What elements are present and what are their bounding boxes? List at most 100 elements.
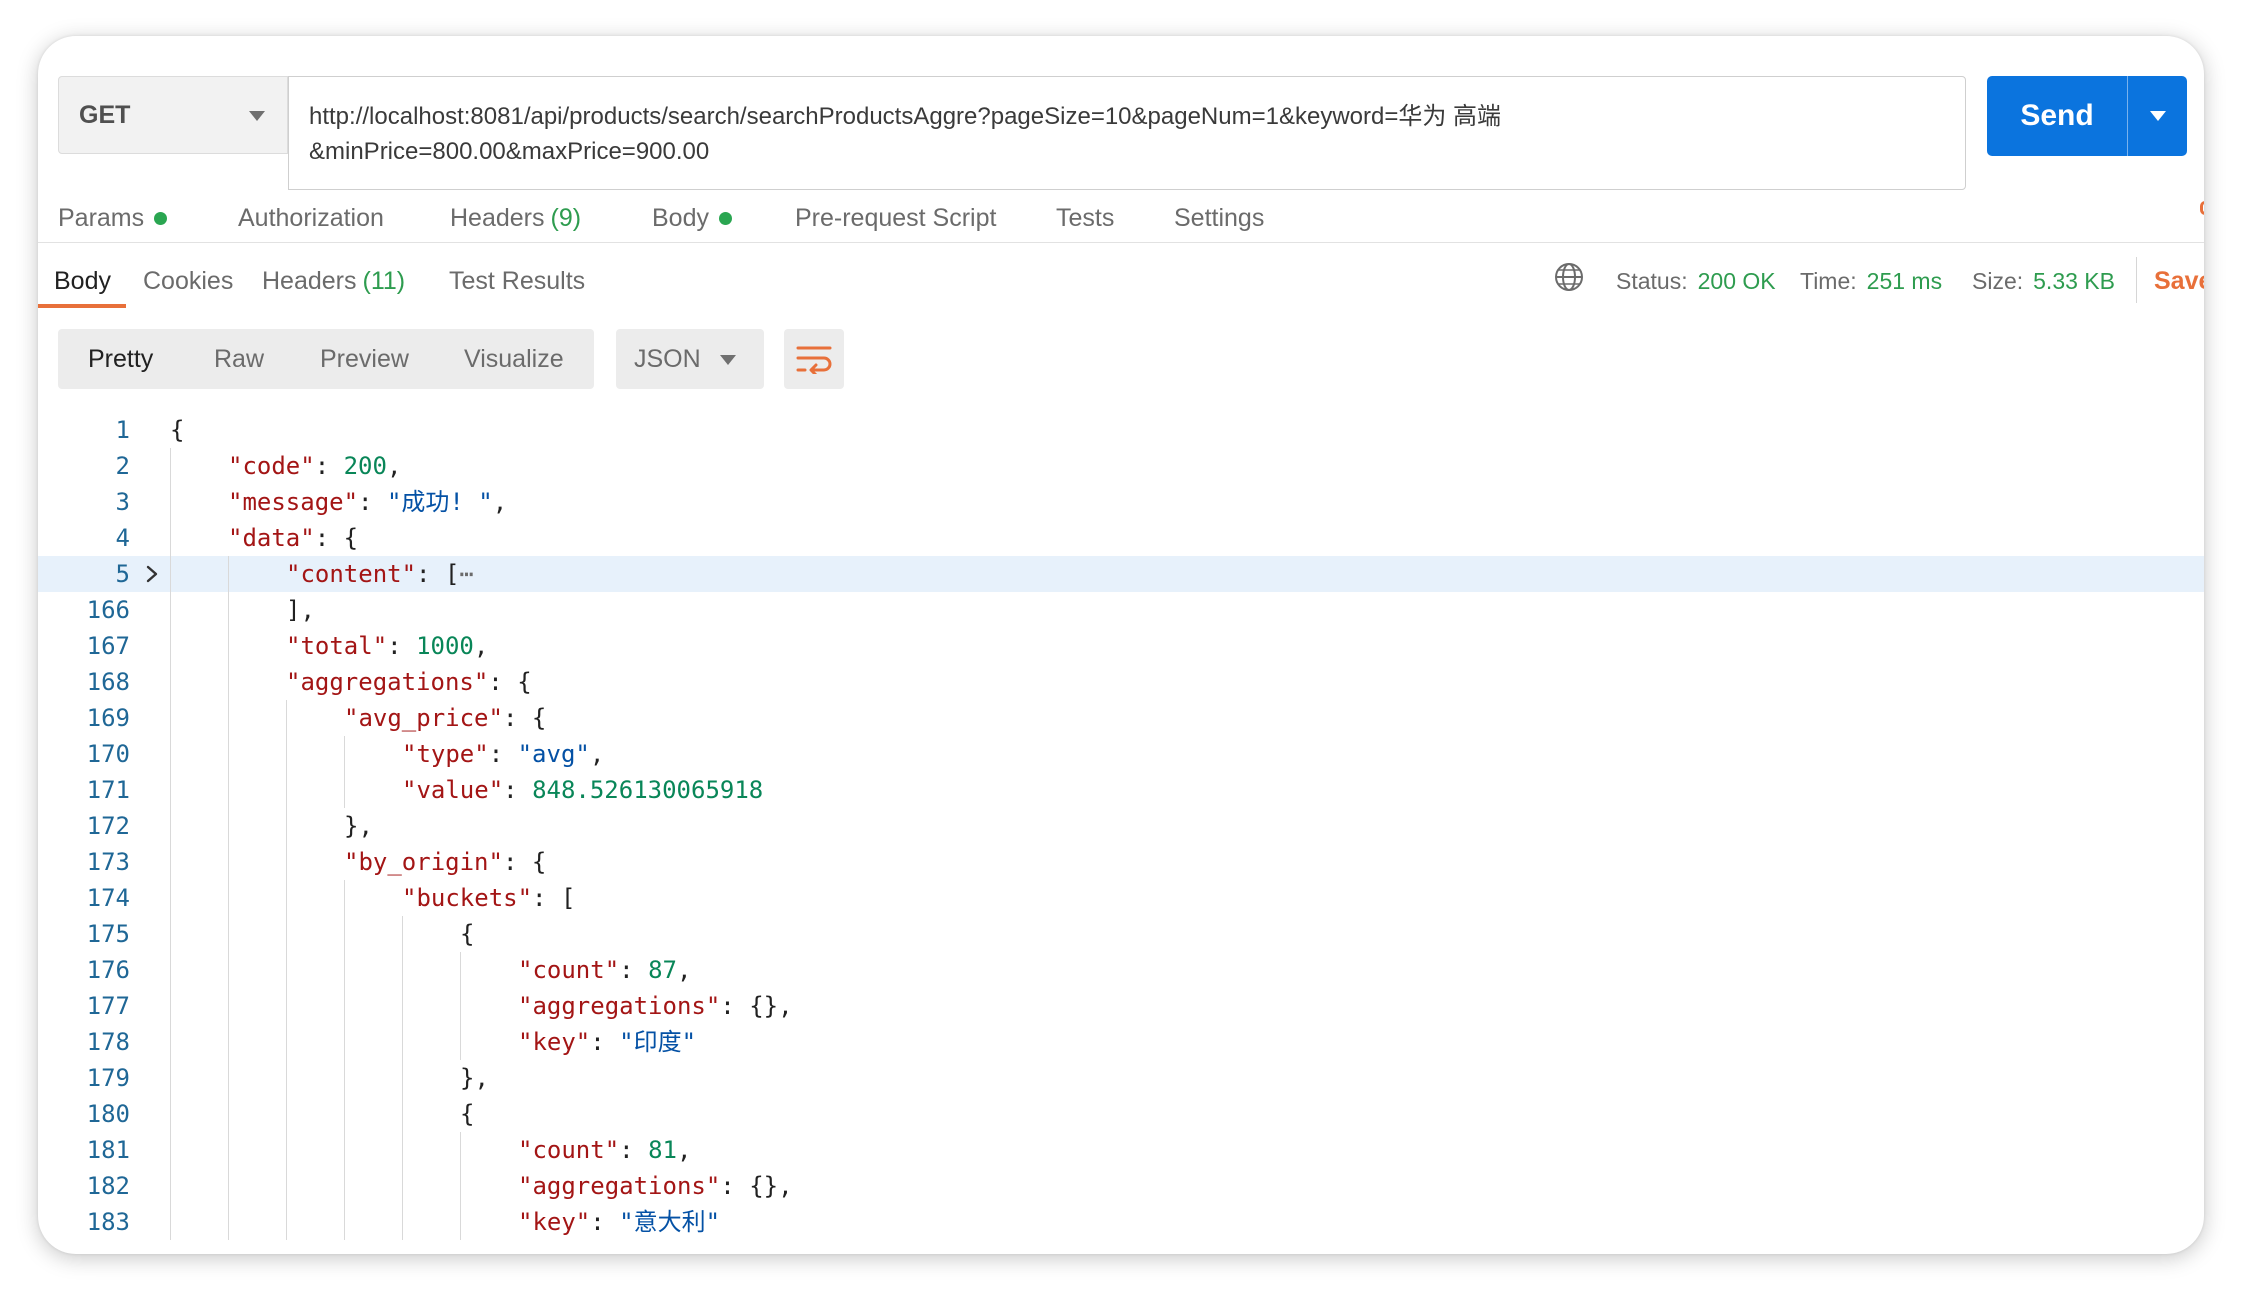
format-select[interactable]: JSON: [616, 329, 764, 389]
code-line: 183 "key": "意大利": [38, 1204, 2204, 1240]
json-number: 81: [648, 1136, 677, 1164]
view-preview-button[interactable]: Preview: [320, 329, 409, 389]
response-time: Time: 251 ms: [1800, 256, 1942, 306]
tab-label: Body: [652, 203, 709, 232]
json-number: 87: [648, 956, 677, 984]
line-number: 169: [86, 704, 130, 732]
response-tab-headers[interactable]: Headers (11): [262, 256, 405, 306]
tab-label: Headers: [450, 203, 545, 232]
response-tab-body[interactable]: Body: [54, 256, 111, 306]
json-punctuation: :: [590, 1028, 620, 1056]
method-select[interactable]: GET: [58, 76, 288, 154]
code-text: "key": "意大利": [518, 1204, 720, 1240]
url-input[interactable]: http://localhost:8081/api/products/searc…: [288, 76, 1966, 190]
code-line: 166],: [38, 592, 2204, 628]
line-number: 2: [115, 452, 130, 480]
cookies-link-icon[interactable]: [2200, 201, 2204, 215]
line-number: 177: [86, 992, 130, 1020]
code-line: 170 "type": "avg",: [38, 736, 2204, 772]
line-number: 174: [86, 884, 130, 912]
view-visualize-button[interactable]: Visualize: [464, 329, 564, 389]
view-pretty-button[interactable]: Pretty: [88, 329, 153, 389]
json-punctuation: :: [590, 1208, 620, 1236]
code-text: "total": 1000,: [286, 628, 488, 664]
size-label: Size:: [1972, 267, 2024, 294]
code-text: },: [460, 1060, 489, 1096]
code-text: "count": 87,: [518, 952, 691, 988]
code-line: 181 "count": 81,: [38, 1132, 2204, 1168]
tab-settings[interactable]: Settings: [1174, 190, 1264, 246]
line-number: 176: [86, 956, 130, 984]
save-response-button[interactable]: Save: [2154, 256, 2204, 306]
line-number: 179: [86, 1064, 130, 1092]
code-line: 177 "aggregations": {},: [38, 988, 2204, 1024]
tab-authorization[interactable]: Authorization: [238, 190, 384, 246]
indent-guide: [460, 1132, 461, 1240]
indent-guide: [344, 736, 345, 808]
response-body-viewer[interactable]: 1{2 "code": 200, 3 "message": "成功! ", 4 "data…: [38, 408, 2204, 1254]
tab-label: Cookies: [143, 266, 234, 295]
time-label: Time:: [1800, 267, 1857, 294]
tab-body[interactable]: Body: [652, 190, 732, 246]
code-line: 171 "value": 848.526130065918: [38, 772, 2204, 808]
response-tab-test-results[interactable]: Test Results: [449, 256, 585, 306]
tab-tests[interactable]: Tests: [1056, 190, 1114, 246]
json-punctuation: : {: [502, 848, 547, 876]
chevron-down-icon: [2149, 111, 2166, 121]
line-number: 3: [115, 488, 130, 516]
json-punctuation: : {: [314, 524, 359, 552]
line-number: 4: [115, 524, 130, 552]
status-dot-icon: [154, 211, 168, 225]
tab-count: (9): [550, 203, 582, 232]
tab-headers[interactable]: Headers (9): [450, 190, 581, 246]
indent-guide: [344, 880, 345, 1240]
code-text: "key": "印度": [518, 1024, 696, 1060]
status-label: Status:: [1616, 267, 1688, 294]
view-raw-button[interactable]: Raw: [214, 329, 264, 389]
tab-params[interactable]: Params: [58, 190, 168, 246]
line-number: 172: [86, 812, 130, 840]
url-text-line-2: &minPrice=800.00&maxPrice=900.00: [309, 138, 710, 165]
collapsed-ellipsis[interactable]: ⋯: [459, 560, 473, 588]
json-key: "avg_price": [344, 704, 503, 732]
json-punctuation: :: [619, 1136, 649, 1164]
word-wrap-button[interactable]: [784, 329, 844, 389]
line-number: 171: [86, 776, 130, 804]
json-key: "key": [518, 1208, 591, 1236]
code-line: 176 "count": 87,: [38, 952, 2204, 988]
indent-guide: [402, 916, 403, 1240]
tab-label: Headers: [262, 266, 357, 295]
code-line: 174 "buckets": [: [38, 880, 2204, 916]
json-punctuation: {: [460, 920, 475, 948]
json-string: "印度": [619, 1028, 697, 1056]
code-line: 168 "aggregations": {: [38, 664, 2204, 700]
code-text: "data": {: [228, 520, 358, 556]
json-punctuation: :: [314, 452, 344, 480]
code-text: "aggregations": {: [286, 664, 532, 700]
code-line: 169 "avg_price": {: [38, 700, 2204, 736]
line-number: 183: [86, 1208, 130, 1236]
method-label: GET: [79, 100, 131, 129]
code-line: 179},: [38, 1060, 2204, 1096]
code-line: 172},: [38, 808, 2204, 844]
json-number: 200: [343, 452, 387, 480]
line-number: 1: [115, 416, 130, 444]
globe-icon[interactable]: [1552, 260, 1586, 294]
line-number: 167: [86, 632, 130, 660]
send-options-button[interactable]: [2128, 76, 2187, 156]
code-text: {: [460, 1096, 474, 1132]
status-value: 200 OK: [1697, 267, 1776, 294]
code-text: "type": "avg",: [402, 736, 604, 772]
json-string: "avg": [517, 740, 590, 768]
tab-pre-request-script[interactable]: Pre-request Script: [795, 190, 996, 246]
json-key: "data": [228, 524, 315, 552]
code-text: "aggregations": {},: [518, 1168, 793, 1204]
divider: [2136, 257, 2137, 303]
indent-guide: [228, 556, 229, 1240]
response-tab-cookies[interactable]: Cookies: [143, 256, 233, 306]
code-text: "buckets": [: [402, 880, 575, 916]
json-key: "count": [518, 1136, 620, 1164]
chevron-right-icon[interactable]: [142, 564, 162, 584]
send-button[interactable]: Send: [1987, 99, 2127, 133]
line-number: 173: [86, 848, 130, 876]
